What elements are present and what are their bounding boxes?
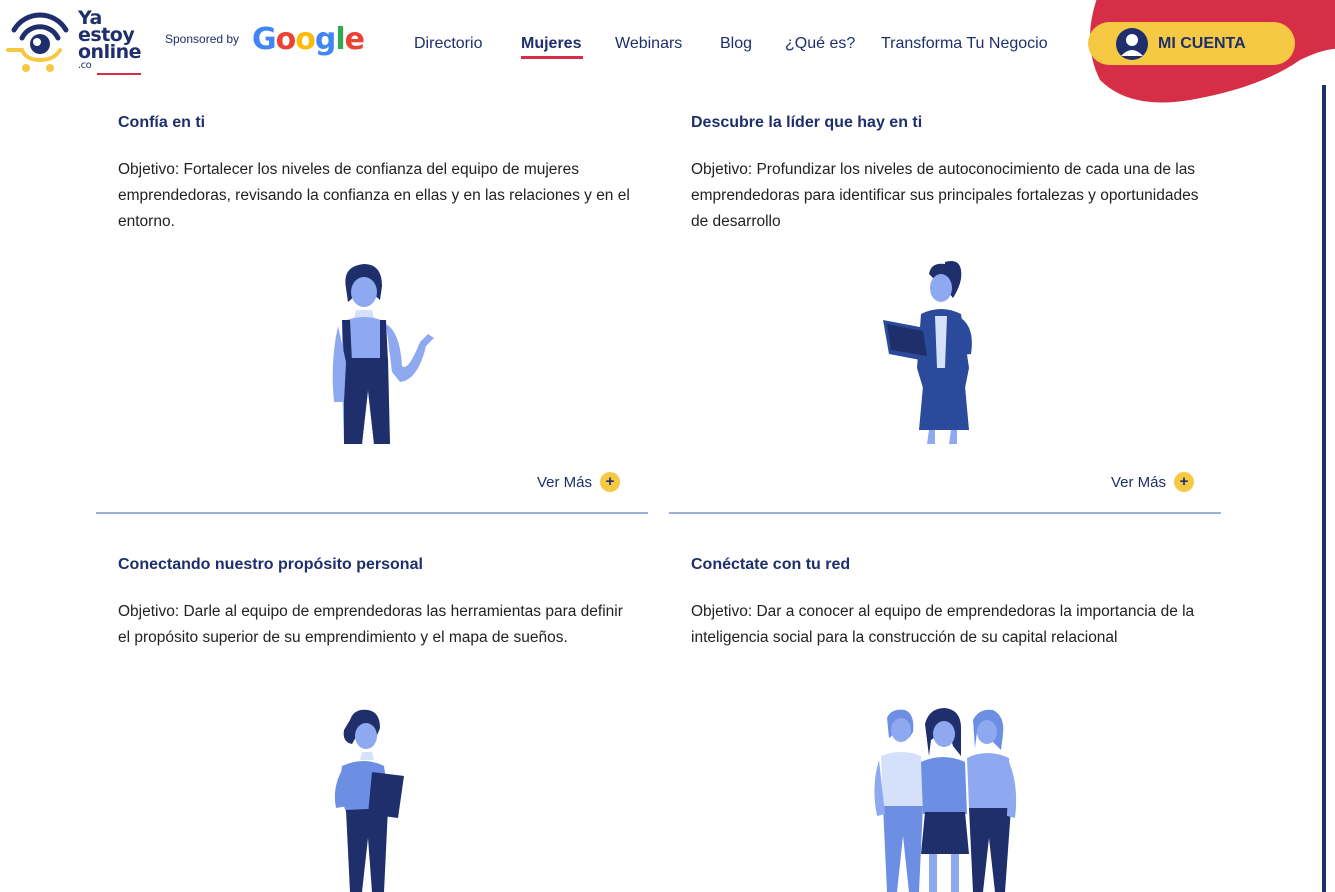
card-title: Conéctate con tu red xyxy=(691,556,851,573)
google-letter: o xyxy=(275,22,297,57)
google-logo: Google xyxy=(252,22,365,57)
card-title: Descubre la líder que hay en ti xyxy=(691,114,923,131)
nav-item-que-es[interactable]: ¿Qué es? xyxy=(785,35,855,53)
google-letter: o xyxy=(295,22,316,57)
nav-item-transforma[interactable]: Transforma Tu Negocio xyxy=(881,35,1048,53)
ver-mas-link[interactable]: Ver Más + xyxy=(1111,472,1195,492)
nav-active-underline xyxy=(521,56,583,59)
scrollbar[interactable] xyxy=(1322,85,1326,892)
nav-item-directorio[interactable]: Directorio xyxy=(414,35,482,53)
logo-word-online: online xyxy=(78,41,142,63)
ver-mas-link[interactable]: Ver Más + xyxy=(537,472,621,492)
card-divider xyxy=(96,512,648,514)
card-description: Objetivo: Fortalecer los niveles de conf… xyxy=(118,161,630,230)
card-description: Objetivo: Darle al equipo de emprendedor… xyxy=(118,603,623,646)
program-card-proposito: Conectando nuestro propósito personal Ob… xyxy=(96,556,648,892)
mi-cuenta-button[interactable]: MI CUENTA xyxy=(1088,22,1295,65)
plus-icon: + xyxy=(1174,472,1195,492)
ver-mas-label: Ver Más xyxy=(537,473,593,491)
ver-mas-label: Ver Más xyxy=(1111,473,1167,491)
logo-wordmark: Ya estoy online .co xyxy=(78,9,142,71)
card-title: Conectando nuestro propósito personal xyxy=(118,556,423,573)
program-card-red: Conéctate con tu red Objetivo: Dar a con… xyxy=(669,556,1221,892)
program-card-lider: Descubre la líder que hay en ti Objetivo… xyxy=(669,114,1221,514)
wifi-cart-icon xyxy=(6,12,69,72)
program-card-confia: Confía en ti Objetivo: Fortalecer los ni… xyxy=(96,114,648,514)
woman-laptop-icon xyxy=(883,261,972,444)
google-letter: G xyxy=(252,22,277,57)
logo-word-co: .co xyxy=(78,60,92,71)
user-icon xyxy=(1116,27,1148,60)
plus-icon: + xyxy=(600,472,621,492)
logo-underline xyxy=(97,73,141,75)
three-women-icon xyxy=(874,708,1017,892)
woman-clipboard-icon xyxy=(334,709,404,892)
yaestoyonline-logo[interactable]: Ya estoy online .co xyxy=(4,8,144,75)
card-divider xyxy=(669,512,1221,514)
nav-item-mujeres[interactable]: Mujeres xyxy=(521,35,581,53)
nav-item-webinars[interactable]: Webinars xyxy=(615,35,682,53)
card-description: Objetivo: Dar a conocer al equipo de emp… xyxy=(691,603,1195,646)
site-header: Ya estoy online .co Sponsored by Google … xyxy=(0,0,1335,103)
mi-cuenta-label: MI CUENTA xyxy=(1158,34,1246,52)
card-description: Objetivo: Profundizar los niveles de aut… xyxy=(691,161,1199,230)
woman-overalls-icon xyxy=(332,264,434,444)
google-letter: g xyxy=(314,22,337,57)
sponsored-label: Sponsored by xyxy=(165,32,240,46)
card-title: Confía en ti xyxy=(118,114,206,131)
google-letter: e xyxy=(344,22,365,57)
nav-item-blog[interactable]: Blog xyxy=(720,35,752,53)
google-letter: l xyxy=(335,22,345,57)
